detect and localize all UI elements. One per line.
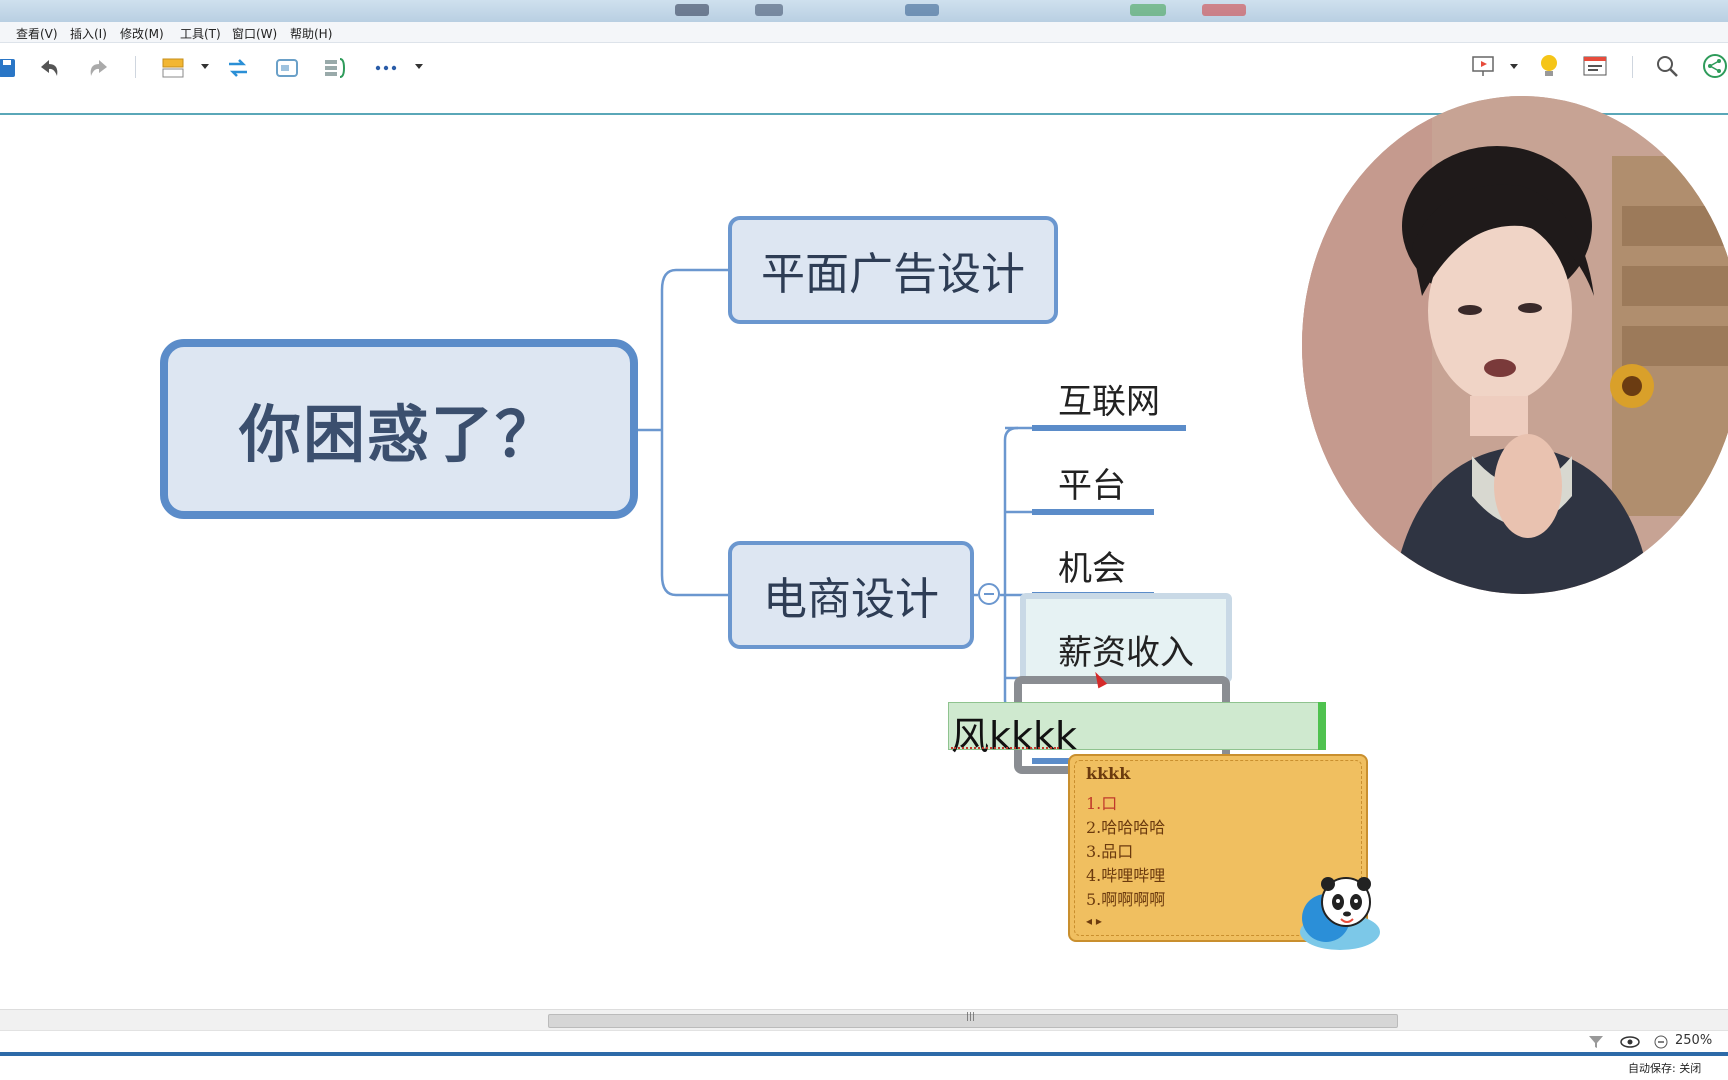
eye-icon[interactable] [1620,1035,1640,1049]
status-bar: 250% [0,1030,1728,1053]
ime-candidate[interactable]: 2.哈哈哈哈 [1086,814,1165,838]
filter-icon[interactable] [1588,1035,1604,1049]
horizontal-scrollbar[interactable]: ||| [0,1009,1728,1030]
topic-print-ad-design[interactable]: 平面广告设计 [728,216,1058,324]
autosave-status[interactable]: 自动保存: 关闭 [1628,1060,1701,1076]
ime-candidate[interactable]: 5.啊啊啊啊 [1086,886,1165,910]
scrollbar-grip-icon: ||| [966,1012,976,1022]
collapse-toggle-icon[interactable] [978,583,1000,605]
root-topic[interactable]: 你困惑了？ [160,339,638,519]
ime-composition-underline [951,747,1059,749]
subtopic-platform[interactable]: 平台 [1058,458,1126,507]
topic-ecommerce-design[interactable]: 电商设计 [728,541,974,649]
root-topic-label: 你困惑了？ [238,398,559,471]
subtopic-underline [1032,425,1186,431]
subtopic-internet[interactable]: 互联网 [1058,374,1160,423]
ime-composition-code: kkkk [1086,764,1131,783]
zoom-out-icon[interactable] [1654,1035,1668,1049]
subtopic-underline [1032,509,1154,515]
topic-label: 平面广告设计 [761,249,1025,300]
subtopic-opportunity[interactable]: 机会 [1058,541,1126,590]
ime-candidate[interactable]: 4.哔哩哔哩 [1086,862,1165,886]
topic-edit-text: 风kkkk [951,714,1078,758]
ime-panda-mascot-icon [1300,877,1380,950]
edit-resize-handle[interactable] [1318,702,1326,750]
webcam-overlay [1302,96,1728,594]
ime-page-arrows-icon[interactable]: ◂ ▸ [1086,914,1102,928]
bottom-accent-bar [0,1052,1728,1056]
ime-candidate[interactable]: 3.品口 [1086,838,1133,862]
subtopic-salary-income[interactable]: 薪资收入 [1058,625,1194,674]
ime-candidate[interactable]: 1.口 [1086,790,1117,814]
zoom-level: 250% [1675,1033,1713,1048]
topic-edit-input[interactable]: 风kkkk [948,702,1326,758]
topic-label: 电商设计 [763,574,939,625]
